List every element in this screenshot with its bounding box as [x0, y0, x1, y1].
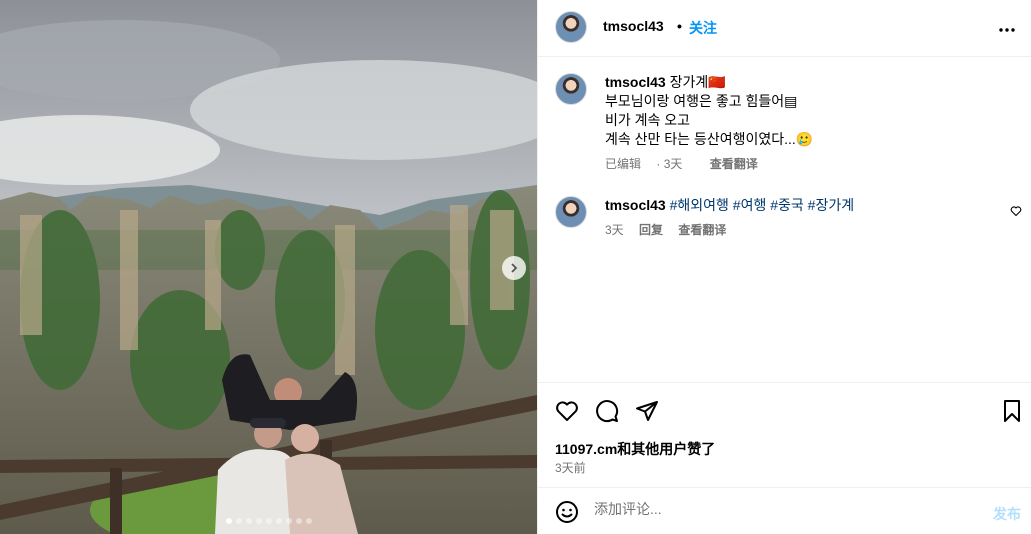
caption-line: 비가 계속 오고	[605, 112, 691, 128]
avatar[interactable]	[555, 11, 587, 43]
action-bar: 11097.cm和其他用户赞了 3天前	[538, 382, 1031, 487]
post-header: tmsocl43 • 关注	[538, 0, 1031, 57]
carousel-dot	[235, 518, 242, 524]
avatar[interactable]	[555, 196, 587, 228]
carousel-dot	[225, 518, 232, 524]
post-panel: tmsocl43 • 关注 tmsocl43 장가계🇨🇳 부모님이랑 여행은 좋…	[537, 0, 1031, 534]
comment-button[interactable]	[595, 399, 619, 428]
bookmark-icon	[1004, 400, 1020, 422]
follow-button[interactable]: 关注	[689, 18, 717, 38]
heart-icon	[1010, 206, 1022, 217]
reply-link[interactable]: 回复	[639, 223, 663, 237]
carousel-dot	[305, 518, 312, 524]
save-button[interactable]	[1000, 399, 1024, 428]
carousel-indicator	[0, 518, 537, 524]
like-button[interactable]	[555, 399, 579, 428]
paper-plane-icon	[636, 401, 658, 421]
more-horizontal-icon	[999, 28, 1015, 32]
edited-label: 已编辑 · 3天	[605, 157, 683, 171]
carousel-next-button[interactable]	[502, 256, 526, 280]
carousel-dot	[255, 518, 262, 524]
emoji-button[interactable]	[555, 500, 579, 529]
comment-like-button[interactable]	[1010, 204, 1022, 222]
post-comment-button[interactable]: 发布	[993, 504, 1021, 524]
caption-meta: 已编辑 · 3天 查看翻译	[605, 155, 995, 174]
caption-username[interactable]: tmsocl43	[605, 74, 666, 90]
caption-line: 부모님이랑 여행은 좋고 힘들어▤	[605, 93, 798, 109]
separator-dot: •	[677, 18, 682, 34]
share-button[interactable]	[635, 399, 659, 428]
chevron-right-icon	[511, 263, 518, 273]
comment-input[interactable]	[594, 501, 974, 517]
caption-body: tmsocl43 장가계🇨🇳 부모님이랑 여행은 좋고 힘들어▤ 비가 계속 오…	[605, 73, 995, 174]
caption-line: 장가계🇨🇳	[669, 74, 726, 90]
likes-summary[interactable]: 11097.cm和其他用户赞了	[555, 439, 715, 459]
carousel-dot	[245, 518, 252, 524]
post-photo[interactable]	[0, 0, 537, 534]
avatar[interactable]	[555, 73, 587, 105]
comment-icon	[596, 400, 619, 423]
landscape-image	[0, 0, 537, 534]
comment-meta: 3天 回复 查看翻译	[605, 221, 995, 240]
carousel-dot	[295, 518, 302, 524]
heart-icon	[556, 401, 578, 421]
comment-body: tmsocl43 #해외여행 #여행 #중국 #장가계 3天 回复 查看翻译	[605, 196, 995, 240]
comment-time: 3天	[605, 223, 624, 237]
post-date[interactable]: 3天前	[555, 459, 586, 476]
comment-username[interactable]: tmsocl43	[605, 197, 666, 213]
carousel-dot	[285, 518, 292, 524]
caption-line: 계속 산만 타는 등산여행이였다...🥲	[605, 131, 814, 147]
username-link[interactable]: tmsocl43	[603, 18, 664, 34]
add-comment-bar: 发布	[538, 487, 1031, 534]
translate-link[interactable]: 查看翻译	[678, 223, 726, 237]
emoji-icon	[556, 501, 578, 523]
more-options-button[interactable]	[999, 16, 1015, 37]
comment-hashtags[interactable]: #해외여행 #여행 #중국 #장가계	[670, 197, 855, 213]
carousel-dot	[265, 518, 272, 524]
carousel-dot	[275, 518, 282, 524]
translate-link[interactable]: 查看翻译	[710, 157, 758, 171]
